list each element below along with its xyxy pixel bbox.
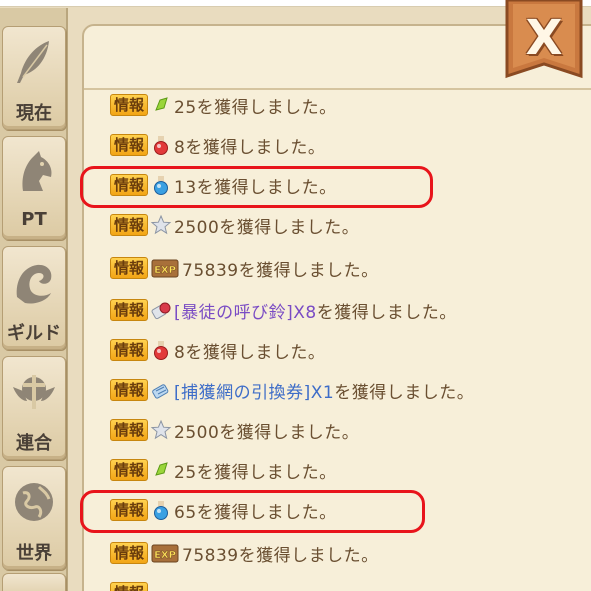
- info-badge: 情報: [110, 582, 149, 591]
- log-row: 情報 EXP 75839を獲得しました。: [110, 540, 379, 566]
- log-message: 25を獲得しました。: [174, 97, 337, 118]
- red-potion-icon: [150, 134, 172, 156]
- sidebar-item-alliance[interactable]: 連合: [2, 356, 66, 460]
- sidebar-item-pt[interactable]: PT: [2, 136, 66, 240]
- winged-emblem-icon: [13, 375, 55, 409]
- info-badge: 情報: [110, 459, 149, 481]
- svg-text:EXP: EXP: [154, 265, 176, 276]
- log-row: 情報 8を獲得しました。: [110, 132, 325, 158]
- net-ticket-icon: [150, 379, 172, 401]
- log-row: 情報 [暴徒の呼び鈴]X8 を獲得しました。: [110, 297, 457, 323]
- info-badge: 情報: [110, 419, 149, 441]
- green-gem-icon: [150, 94, 172, 116]
- item-name: [捕獲網の引換券]X1: [174, 382, 335, 403]
- info-badge: 情報: [110, 299, 149, 321]
- bell-ticket-icon: [150, 299, 172, 321]
- svg-text:EXP: EXP: [154, 550, 176, 561]
- sidebar-item-label: 現在: [16, 103, 52, 124]
- info-badge: 情報: [110, 339, 149, 361]
- sidebar-item-world[interactable]: 世界: [2, 466, 66, 570]
- sidebar-item-label: 連合: [16, 433, 52, 454]
- log-row: 情報 25を獲得しました。: [110, 457, 337, 483]
- log-message: 8を獲得しました。: [174, 137, 326, 158]
- log-row: 情報 25を獲得しました。: [110, 92, 337, 118]
- log-message: 25を獲得しました。: [174, 462, 337, 483]
- log-message: 2500を獲得しました。: [174, 217, 360, 238]
- log-message: 8を獲得しました。: [174, 342, 326, 363]
- log-row: 情報 2500を獲得しました。: [110, 417, 359, 443]
- info-badge: 情報: [110, 257, 149, 279]
- info-badge: 情報: [110, 94, 149, 116]
- item-name: [暴徒の呼び鈴]X8: [174, 302, 317, 323]
- highlight-annotation: [80, 490, 425, 533]
- panel-divider: [84, 88, 591, 90]
- sidebar-item-partial[interactable]: [2, 573, 66, 591]
- info-badge: 情報: [110, 134, 149, 156]
- log-row: 情報 [捕獲網の引換券]X1 を獲得しました。: [110, 377, 474, 403]
- sidebar: 現在 PT ギルド 連合 世界: [0, 8, 68, 591]
- log-row: 情報 8を獲得しました。: [110, 337, 325, 363]
- log-message: を獲得しました。: [316, 302, 457, 323]
- silver-star-icon: [150, 419, 172, 441]
- horse-head-icon: [22, 151, 52, 191]
- sidebar-item-guild[interactable]: ギルド: [2, 246, 66, 350]
- exp-scroll-icon: EXP: [150, 542, 180, 564]
- sidebar-item-label: 世界: [16, 543, 52, 564]
- close-button[interactable]: X: [503, 0, 585, 88]
- dragon-icon: [16, 264, 52, 304]
- exp-scroll-icon: EXP: [150, 257, 180, 279]
- sidebar-item-label: PT: [21, 209, 47, 230]
- silver-star-icon: [150, 214, 172, 236]
- log-message: 75839を獲得しました。: [182, 260, 379, 281]
- log-message: 2500を獲得しました。: [174, 422, 360, 443]
- log-row: 情報 2500を獲得しました。: [110, 212, 359, 238]
- feather-icon: [17, 41, 49, 83]
- sidebar-item-label: ギルド: [7, 323, 61, 344]
- info-badge: 情報: [110, 379, 149, 401]
- sidebar-item-current[interactable]: 現在: [2, 26, 66, 130]
- globe-icon: [15, 483, 53, 521]
- red-potion-icon: [150, 339, 172, 361]
- highlight-annotation: [80, 166, 433, 208]
- log-message: 75839を獲得しました。: [182, 545, 379, 566]
- green-gem-icon: [150, 459, 172, 481]
- info-badge: 情報: [110, 214, 149, 236]
- close-icon: X: [525, 10, 563, 66]
- info-badge: 情報: [110, 542, 149, 564]
- log-row-partial: 情報: [110, 580, 149, 591]
- log-message: を獲得しました。: [334, 382, 475, 403]
- log-row: 情報 EXP 75839を獲得しました。: [110, 255, 379, 281]
